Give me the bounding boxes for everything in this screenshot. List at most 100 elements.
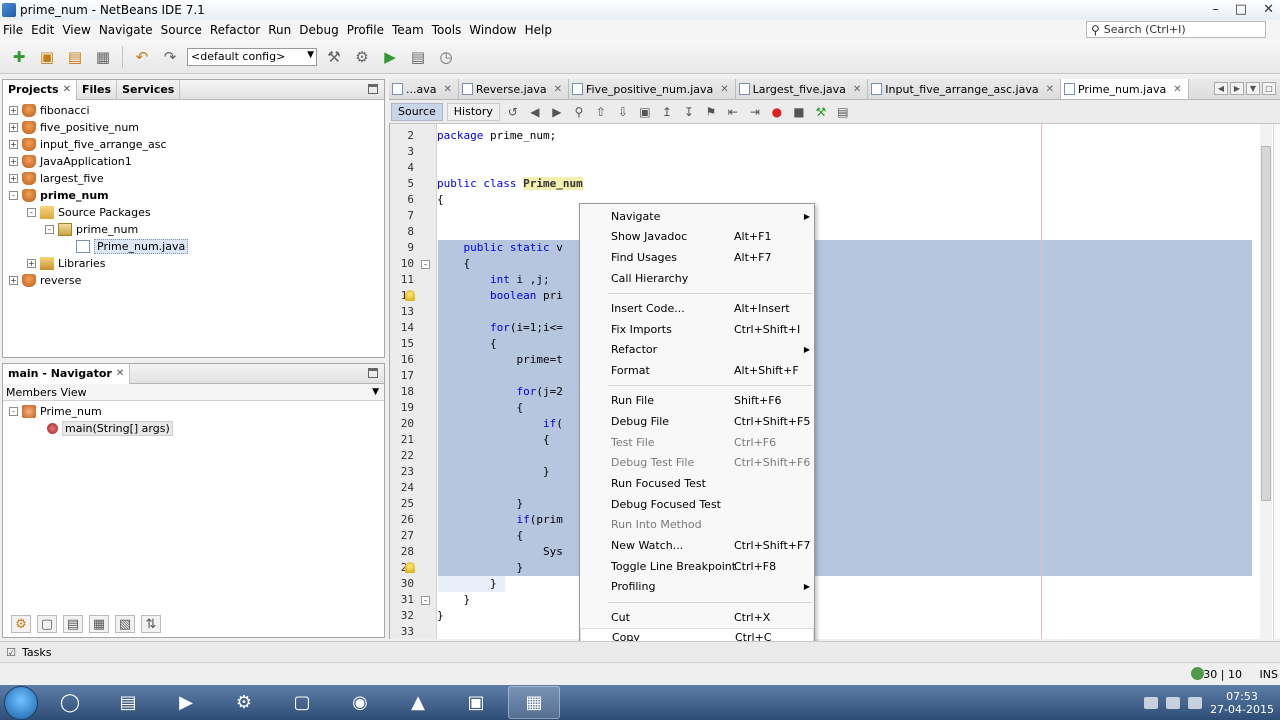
menu-run[interactable]: Run	[264, 23, 295, 37]
menu-item-find-usages[interactable]: Find Usages Alt+F7	[580, 247, 814, 267]
collapse-icon[interactable]: -	[9, 407, 18, 416]
forward-icon[interactable]: ▶	[548, 103, 566, 121]
tree-row[interactable]: - prime_num	[3, 187, 384, 204]
run-project-icon[interactable]: ▶	[379, 46, 401, 68]
close-icon[interactable]: ✕	[63, 84, 71, 95]
menu-item-run-file[interactable]: Run File Shift+F6	[580, 391, 814, 411]
expand-icon[interactable]: +	[27, 259, 36, 268]
app-icon-5[interactable]: ▢	[276, 686, 328, 719]
code-line[interactable]: }	[390, 576, 1254, 592]
close-button[interactable]: ✕	[1263, 2, 1274, 17]
menu-item-show-javadoc[interactable]: Show Javadoc Alt+F1	[580, 227, 814, 247]
file-explorer-icon[interactable]: ▤	[102, 686, 154, 719]
code-line[interactable]: if(prim	[390, 512, 1254, 528]
collapse-icon[interactable]: -	[27, 208, 36, 217]
tasks-icon[interactable]: ☑	[4, 645, 18, 659]
close-icon[interactable]: ✕	[1173, 84, 1181, 95]
config-select[interactable]: <default config> ▼	[187, 47, 317, 66]
back-icon[interactable]: ◀	[526, 103, 544, 121]
members-view-select[interactable]: Members View ▼	[3, 384, 384, 401]
history-view-button[interactable]: History	[446, 102, 500, 121]
find-previous-icon[interactable]: ⇧	[592, 103, 610, 121]
build-hammer-icon[interactable]: ⚒	[323, 46, 345, 68]
close-icon[interactable]: ✕	[1046, 84, 1054, 95]
code-line[interactable]: for(j=2	[390, 384, 1254, 400]
expand-icon[interactable]: +	[9, 157, 18, 166]
notifications-icon[interactable]	[1191, 667, 1204, 680]
menu-debug[interactable]: Debug	[295, 23, 342, 37]
debug-project-icon[interactable]: ▤	[407, 46, 429, 68]
maximize-editor-icon[interactable]: □	[1262, 82, 1276, 95]
show-fields-icon[interactable]: ▢	[37, 615, 57, 633]
code-line[interactable]: for(i=1;i<=	[390, 320, 1254, 336]
editor-tab[interactable]: Reverse.java ✕	[459, 79, 570, 99]
expand-icon[interactable]: +	[9, 123, 18, 132]
profile-project-icon[interactable]: ◷	[435, 46, 457, 68]
show-nonpublic-icon[interactable]: ▦	[89, 615, 109, 633]
show-static-icon[interactable]: ▤	[63, 615, 83, 633]
redo-icon[interactable]: ↷	[159, 46, 181, 68]
tab-projects[interactable]: Projects ✕	[3, 79, 77, 100]
menu-edit[interactable]: Edit	[27, 23, 58, 37]
inherited-members-icon[interactable]: ⚙	[11, 615, 31, 633]
scrollbar-thumb[interactable]	[1261, 146, 1271, 501]
tree-row[interactable]: main(String[] args)	[3, 420, 384, 437]
menu-team[interactable]: Team	[388, 23, 428, 37]
code-line[interactable]: }	[390, 560, 1254, 576]
code-line[interactable]: public static v	[390, 240, 1254, 256]
code-line[interactable]: }	[390, 496, 1254, 512]
close-icon[interactable]: ✕	[443, 84, 451, 95]
tree-row[interactable]: + five_positive_num	[3, 119, 384, 136]
tree-row[interactable]: - Prime_num	[3, 403, 384, 420]
menu-item-toggle-line-breakpoint[interactable]: Toggle Line Breakpoint Ctrl+F8	[580, 556, 814, 576]
tab-files[interactable]: Files	[77, 79, 118, 100]
code-line[interactable]	[390, 480, 1254, 496]
netbeans-taskbar-icon[interactable]: ▦	[508, 686, 560, 719]
shift-left-icon[interactable]: ⇤	[724, 103, 742, 121]
collapse-icon[interactable]: -	[45, 225, 54, 234]
expand-icon[interactable]: +	[9, 174, 18, 183]
tree-row[interactable]: + fibonacci	[3, 102, 384, 119]
tab-navigator[interactable]: main - Navigator ✕	[3, 363, 131, 384]
collapse-icon[interactable]: -	[9, 191, 18, 200]
tasks-label[interactable]: Tasks	[22, 646, 51, 659]
chrome-icon[interactable]: ◉	[334, 686, 386, 719]
menu-navigate[interactable]: Navigate	[95, 23, 157, 37]
code-line[interactable]: {	[390, 192, 1254, 208]
code-line[interactable]: {	[390, 528, 1254, 544]
code-line[interactable]: }	[390, 464, 1254, 480]
save-all-icon[interactable]: ▦	[92, 46, 114, 68]
code-line[interactable]	[390, 160, 1254, 176]
menu-source[interactable]: Source	[157, 23, 206, 37]
menu-view[interactable]: View	[58, 23, 94, 37]
menu-item-refactor[interactable]: Refactor ▶	[580, 340, 814, 360]
code-line[interactable]: Sys	[390, 544, 1254, 560]
expand-icon[interactable]: +	[9, 276, 18, 285]
code-line[interactable]: {	[390, 336, 1254, 352]
comment-icon[interactable]: ⚒	[812, 103, 830, 121]
previous-bookmark-icon[interactable]: ↥	[658, 103, 676, 121]
code-line[interactable]: boolean pri	[390, 288, 1254, 304]
expand-icon[interactable]: +	[9, 106, 18, 115]
app-icon-4[interactable]: ⚙	[218, 686, 270, 719]
open-project-icon[interactable]: ▤	[64, 46, 86, 68]
tree-row[interactable]: - prime_num	[3, 221, 384, 238]
code-line[interactable]: }	[390, 608, 1254, 624]
code-line[interactable]: public class Prime_num	[390, 176, 1254, 192]
code-line[interactable]	[390, 224, 1254, 240]
undo-icon[interactable]: ↶	[131, 46, 153, 68]
menu-item-cut[interactable]: Cut Ctrl+X	[580, 607, 814, 627]
tree-row[interactable]: Prime_num.java	[3, 238, 384, 255]
editor-tab[interactable]: Largest_five.java ✕	[736, 79, 869, 99]
new-project-icon[interactable]: ▣	[36, 46, 58, 68]
close-icon[interactable]: ✕	[720, 84, 728, 95]
media-player-icon[interactable]: ▶	[160, 686, 212, 719]
menu-item-debug-focused-test[interactable]: Debug Focused Test	[580, 494, 814, 514]
tree-row[interactable]: + reverse	[3, 272, 384, 289]
network-icon[interactable]	[1166, 696, 1181, 709]
tree-row[interactable]: + JavaApplication1	[3, 153, 384, 170]
close-icon[interactable]: ✕	[853, 84, 861, 95]
find-next-icon[interactable]: ⇩	[614, 103, 632, 121]
minimize-panel-icon[interactable]	[368, 368, 378, 378]
stop-macro-icon[interactable]: ■	[790, 103, 808, 121]
